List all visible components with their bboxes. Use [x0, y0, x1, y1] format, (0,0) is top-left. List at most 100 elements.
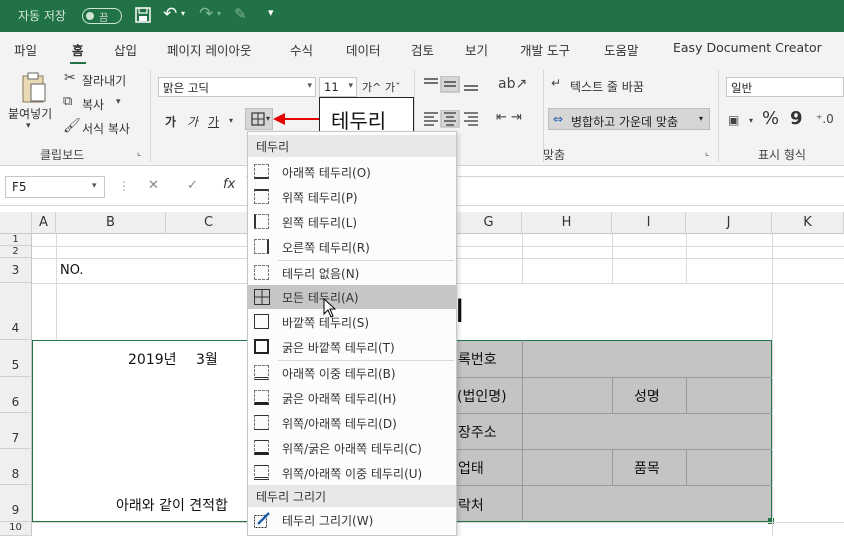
select-all-corner[interactable]	[0, 212, 32, 234]
row-header-7[interactable]: 7	[0, 413, 32, 449]
save-icon[interactable]	[135, 7, 151, 23]
autosave-toggle[interactable]: 끔	[82, 8, 122, 24]
row-header-9[interactable]: 9	[0, 485, 32, 522]
tab-page-layout[interactable]: 페이지 레이아웃	[167, 40, 251, 59]
tab-formulas[interactable]: 수식	[290, 40, 313, 59]
cell-i8[interactable]: 품목	[634, 458, 660, 478]
cell-b5-year[interactable]: 2019년	[128, 349, 177, 369]
menu-item-label: 테두리 없음(N)	[282, 267, 360, 281]
accounting-dropdown-icon[interactable]: ▾	[749, 116, 753, 125]
cell-g7[interactable]: 장주소	[458, 422, 497, 442]
menu-item-bottom-double-border[interactable]: 아래쪽 이중 테두리(B)	[248, 361, 456, 385]
col-header-j[interactable]: J	[686, 212, 772, 234]
menu-item-top-bottom-border[interactable]: 위쪽/아래쪽 테두리(D)	[248, 411, 456, 435]
paste-label[interactable]: 붙여넣기	[8, 105, 52, 122]
merge-center-button[interactable]: ⇔ 병합하고 가운데 맞춤 ▾	[548, 108, 710, 130]
italic-button[interactable]: 가	[187, 113, 198, 130]
col-header-g[interactable]: G	[456, 212, 522, 234]
cell-g5[interactable]: 록번호	[458, 349, 497, 369]
grow-font-button[interactable]: 가^	[362, 79, 381, 95]
menu-item-left-border[interactable]: 왼쪽 테두리(L)	[248, 210, 456, 234]
tab-insert[interactable]: 삽입	[114, 40, 137, 59]
clipboard-launcher-icon[interactable]: ⌞	[137, 148, 141, 158]
col-header-c[interactable]: C	[166, 212, 252, 234]
format-painter-icon[interactable]: 🖌	[63, 118, 81, 134]
number-format-select[interactable]: 일반	[726, 77, 844, 97]
tab-developer[interactable]: 개발 도구	[520, 40, 570, 59]
menu-item-thick-outside-borders[interactable]: 굵은 바깥쪽 테두리(T)	[248, 335, 456, 359]
col-header-b[interactable]: B	[56, 212, 166, 234]
menu-item-all-borders[interactable]: 모든 테두리(A)	[248, 285, 456, 309]
paste-dropdown-icon[interactable]: ▾	[26, 121, 31, 131]
copy-icon[interactable]: ⧉	[63, 94, 72, 109]
copy-dropdown-icon[interactable]: ▾	[116, 97, 121, 107]
bold-button[interactable]: 가	[165, 113, 176, 130]
col-header-i[interactable]: I	[612, 212, 686, 234]
font-name-select[interactable]: 맑은 고딕 ▾	[158, 77, 316, 97]
menu-item-right-border[interactable]: 오른쪽 테두리(R)	[248, 235, 456, 259]
orientation-icon[interactable]: ab↗	[498, 76, 527, 92]
tab-easy-document-creator[interactable]: Easy Document Creator	[673, 40, 822, 55]
tab-data[interactable]: 데이터	[346, 40, 381, 59]
menu-item-top-double-bottom-border[interactable]: 위쪽/아래쪽 이중 테두리(U)	[248, 461, 456, 485]
name-box[interactable]: F5 ▾	[5, 176, 105, 198]
row-header-5[interactable]: 5	[0, 340, 32, 377]
cut-icon[interactable]: ✂	[64, 70, 76, 86]
wrap-text-icon[interactable]: ↵	[551, 76, 561, 90]
insert-function-icon[interactable]: fx	[223, 177, 235, 192]
tab-view[interactable]: 보기	[465, 40, 488, 59]
menu-item-top-thick-bottom-border[interactable]: 위쪽/굵은 아래쪽 테두리(C)	[248, 436, 456, 460]
cut-label[interactable]: 잘라내기	[82, 72, 126, 89]
cell-g9[interactable]: 락처	[458, 495, 484, 515]
cell-b5-month[interactable]: 3월	[196, 349, 218, 369]
shrink-font-button[interactable]: 가ˇ	[385, 79, 401, 95]
menu-item-outside-borders[interactable]: 바깥쪽 테두리(S)	[248, 310, 456, 334]
wrap-text-button[interactable]: 텍스트 줄 바꿈	[570, 78, 644, 95]
horizontal-align-icons[interactable]	[423, 110, 483, 128]
col-header-k[interactable]: K	[772, 212, 844, 234]
font-size-select[interactable]: 11 ▾	[319, 77, 357, 97]
accounting-icon[interactable]: ▣	[728, 113, 739, 127]
increase-decimal-icon[interactable]: ⁺.0	[816, 112, 834, 126]
col-header-h[interactable]: H	[522, 212, 612, 234]
menu-item-draw-border[interactable]: 테두리 그리기(W)	[248, 508, 456, 532]
cell-b3[interactable]: NO.	[60, 263, 84, 278]
vertical-align-icons[interactable]	[423, 76, 483, 94]
tab-help[interactable]: 도움말	[604, 40, 639, 59]
underline-button[interactable]: 가	[208, 113, 219, 130]
menu-item-thick-bottom-border[interactable]: 굵은 아래쪽 테두리(H)	[248, 386, 456, 410]
tab-review[interactable]: 검토	[411, 40, 434, 59]
alignment-launcher-icon[interactable]: ⌞	[705, 148, 709, 158]
row-header-10[interactable]: 10	[0, 522, 32, 536]
row-header-4[interactable]: 4	[0, 283, 32, 340]
undo-dropdown-icon[interactable]: ▾	[181, 9, 185, 18]
col-header-a[interactable]: A	[32, 212, 56, 234]
cancel-icon[interactable]: ✕	[148, 178, 159, 193]
row-header-8[interactable]: 8	[0, 449, 32, 485]
paste-icon[interactable]	[20, 72, 48, 104]
borders-button[interactable]: ▾	[245, 108, 273, 130]
underline-dropdown-icon[interactable]: ▾	[229, 116, 233, 125]
format-painter-label[interactable]: 서식 복사	[82, 120, 130, 137]
cell-g8[interactable]: 업태	[458, 458, 484, 478]
customize-qat-icon[interactable]: ▾	[268, 6, 274, 19]
copy-label[interactable]: 복사	[82, 96, 104, 113]
tab-home[interactable]: 홈	[70, 40, 85, 65]
fill-handle[interactable]	[768, 518, 774, 524]
cell-i6[interactable]: 성명	[634, 386, 660, 406]
comma-button[interactable]: 9	[790, 108, 803, 129]
row-header-2[interactable]: 2	[0, 246, 32, 258]
row-header-6[interactable]: 6	[0, 377, 32, 413]
tab-file[interactable]: 파일	[14, 40, 37, 59]
menu-item-top-border[interactable]: 위쪽 테두리(P)	[248, 185, 456, 209]
row-header-3[interactable]: 3	[0, 258, 32, 283]
cell-b9[interactable]: 아래와 같이 견적합	[116, 495, 228, 515]
percent-button[interactable]: %	[762, 108, 779, 129]
menu-item-bottom-border[interactable]: 아래쪽 테두리(O)	[248, 160, 456, 184]
row-header-1[interactable]: 1	[0, 234, 32, 246]
cell-g6[interactable]: (법인명)	[457, 386, 507, 406]
enter-icon[interactable]: ✓	[187, 178, 198, 193]
menu-item-no-border[interactable]: 테두리 없음(N)	[248, 261, 456, 285]
indent-icons[interactable]: ⇤ ⇥	[496, 110, 522, 125]
undo-icon[interactable]: ↶	[163, 4, 177, 24]
